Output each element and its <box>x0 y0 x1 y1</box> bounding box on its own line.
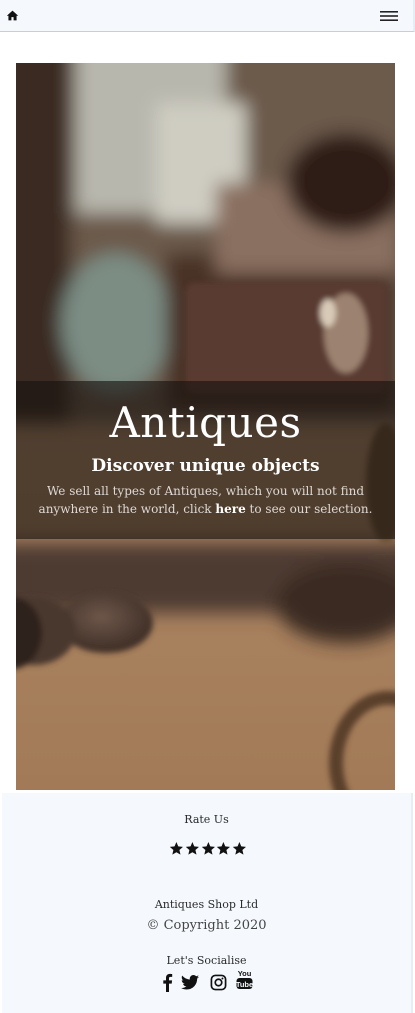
company-name: Antiques Shop Ltd <box>154 898 259 911</box>
hero-title: Antiques <box>109 398 302 447</box>
rate-us-label: Rate Us <box>184 813 229 826</box>
home-icon[interactable] <box>6 9 19 22</box>
star-icon[interactable] <box>185 841 200 856</box>
hero-description: We sell all types of Antiques, which you… <box>28 482 383 518</box>
hero-subtitle: Discover unique objects <box>91 456 320 476</box>
top-navbar <box>0 0 415 32</box>
social-links: You Tube <box>162 969 254 996</box>
star-icon[interactable] <box>169 841 184 856</box>
svg-text:You: You <box>238 969 252 978</box>
instagram-icon[interactable] <box>210 974 227 995</box>
hero-text-after: to see our selection. <box>245 502 373 516</box>
selection-link[interactable]: here <box>215 502 245 516</box>
copyright-text: © Copyright 2020 <box>146 918 267 933</box>
star-icon[interactable] <box>216 841 231 856</box>
star-icon[interactable] <box>201 841 216 856</box>
svg-text:Tube: Tube <box>236 980 253 989</box>
star-rating[interactable] <box>169 841 247 857</box>
hamburger-menu-icon[interactable] <box>380 10 398 22</box>
socialise-label: Let's Socialise <box>166 954 247 967</box>
hero-caption: Antiques Discover unique objects We sell… <box>16 381 395 539</box>
star-icon[interactable] <box>232 841 247 856</box>
youtube-icon[interactable]: You Tube <box>236 969 253 995</box>
footer: Rate Us Antiques Shop Ltd © Copyright 20… <box>2 793 413 1013</box>
facebook-icon[interactable] <box>162 973 173 996</box>
twitter-icon[interactable] <box>181 975 199 994</box>
hero-banner: Antiques Discover unique objects We sell… <box>16 63 395 790</box>
